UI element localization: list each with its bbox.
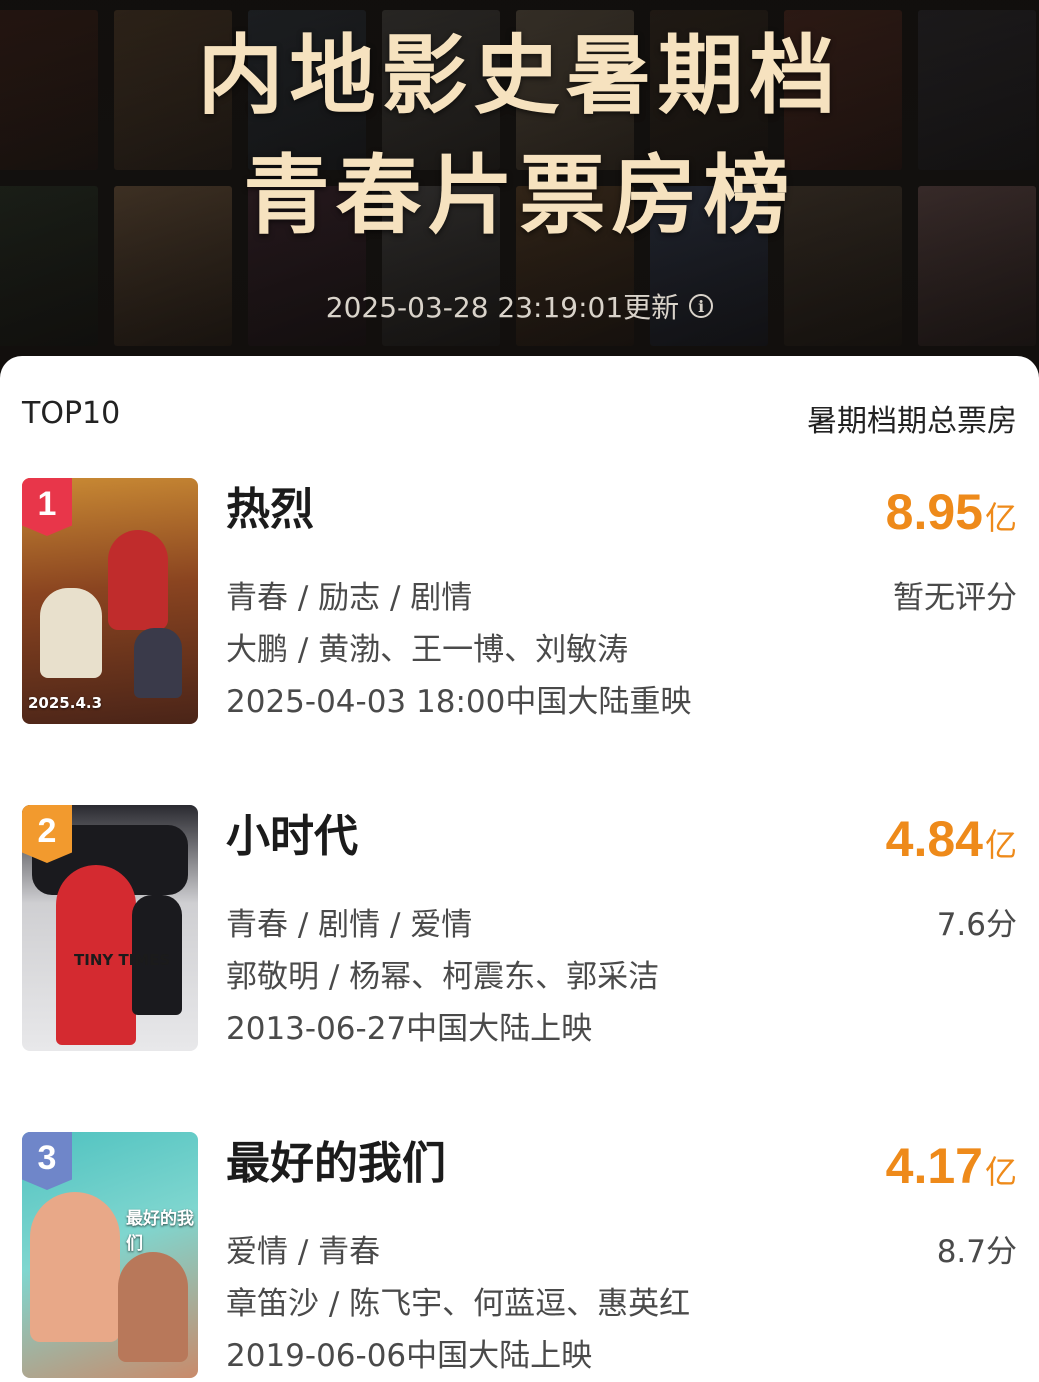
rank-badge: 1 — [22, 478, 72, 536]
info-circle-icon[interactable]: i — [689, 294, 714, 318]
poster-figure — [40, 588, 102, 678]
box-office-unit: 亿 — [984, 826, 1017, 864]
movie-title[interactable]: 热烈 — [226, 480, 314, 540]
movie-score: 7.6分 — [936, 907, 1017, 943]
poster-figure — [118, 1252, 188, 1362]
movie-director-cast: 章笛沙 / 陈飞宇、何蓝逗、惠英红 — [226, 1286, 691, 1322]
poster-figure — [134, 628, 182, 698]
page-title-line-1: 内地影史暑期档 — [197, 26, 842, 126]
update-time-row: 2025-03-28 23:19:01更新 i — [0, 286, 1039, 326]
movie-release-info: 2025-04-03 18:00中国大陆重映 — [226, 684, 692, 720]
movie-genres: 爱情 / 青春 — [226, 1234, 381, 1270]
update-time-text: 2025-03-28 23:19:01更新 — [325, 291, 680, 324]
box-office-total: 4.17亿 — [886, 1136, 1017, 1202]
list-header: TOP10 暑期档期总票房 — [22, 396, 1017, 440]
page-title-line-2: 青春片票房榜 — [243, 146, 796, 246]
movie-poster[interactable]: TINY TIMES 2 — [22, 805, 198, 1051]
top10-label: TOP10 — [22, 396, 121, 431]
movie-list-item[interactable]: 最好的我们 3 最好的我们 4.17亿 爱情 / 青春 8.7分 章笛沙 / 陈… — [0, 1132, 1039, 1382]
ranking-card: TOP10 暑期档期总票房 2025.4.3 1 热烈 8.95亿 青春 / 励… — [0, 356, 1039, 1382]
poster-figure — [108, 530, 168, 630]
box-office-value: 4.17 — [885, 1138, 983, 1194]
rank-badge: 2 — [22, 805, 72, 863]
movie-score: 暂无评分 — [893, 580, 1017, 616]
box-office-total: 4.84亿 — [886, 809, 1017, 875]
total-gross-label: 暑期档期总票房 — [807, 404, 1017, 439]
box-office-value: 4.84 — [885, 811, 983, 867]
movie-director-cast: 大鹏 / 黄渤、王一博、刘敏涛 — [226, 632, 629, 668]
movie-genres: 青春 / 剧情 / 爱情 — [226, 907, 473, 943]
rank-badge: 3 — [22, 1132, 72, 1190]
box-office-total: 8.95亿 — [886, 482, 1017, 548]
movie-score: 8.7分 — [936, 1234, 1017, 1270]
movie-director-cast: 郭敬明 / 杨幂、柯震东、郭采洁 — [226, 959, 660, 995]
box-office-unit: 亿 — [984, 1153, 1017, 1191]
movie-release-info: 2013-06-27中国大陆上映 — [226, 1011, 593, 1047]
poster-figure — [30, 1192, 120, 1342]
movie-title[interactable]: 小时代 — [226, 807, 358, 867]
poster-date-text: 2025.4.3 — [28, 694, 103, 712]
movie-poster[interactable]: 最好的我们 3 — [22, 1132, 198, 1378]
movie-title[interactable]: 最好的我们 — [226, 1134, 446, 1194]
poster-title-text: TINY TIMES — [74, 951, 171, 969]
movie-poster[interactable]: 2025.4.3 1 — [22, 478, 198, 724]
movie-genres: 青春 / 励志 / 剧情 — [226, 580, 473, 616]
movie-release-info: 2019-06-06中国大陆上映 — [226, 1338, 593, 1374]
box-office-unit: 亿 — [984, 499, 1017, 537]
movie-list-item[interactable]: TINY TIMES 2 小时代 4.84亿 青春 / 剧情 / 爱情 7.6分… — [0, 805, 1039, 1055]
box-office-value: 8.95 — [885, 484, 983, 540]
movie-list-item[interactable]: 2025.4.3 1 热烈 8.95亿 青春 / 励志 / 剧情 暂无评分 大鹏… — [0, 478, 1039, 728]
poster-title-text: 最好的我们 — [126, 1209, 194, 1254]
